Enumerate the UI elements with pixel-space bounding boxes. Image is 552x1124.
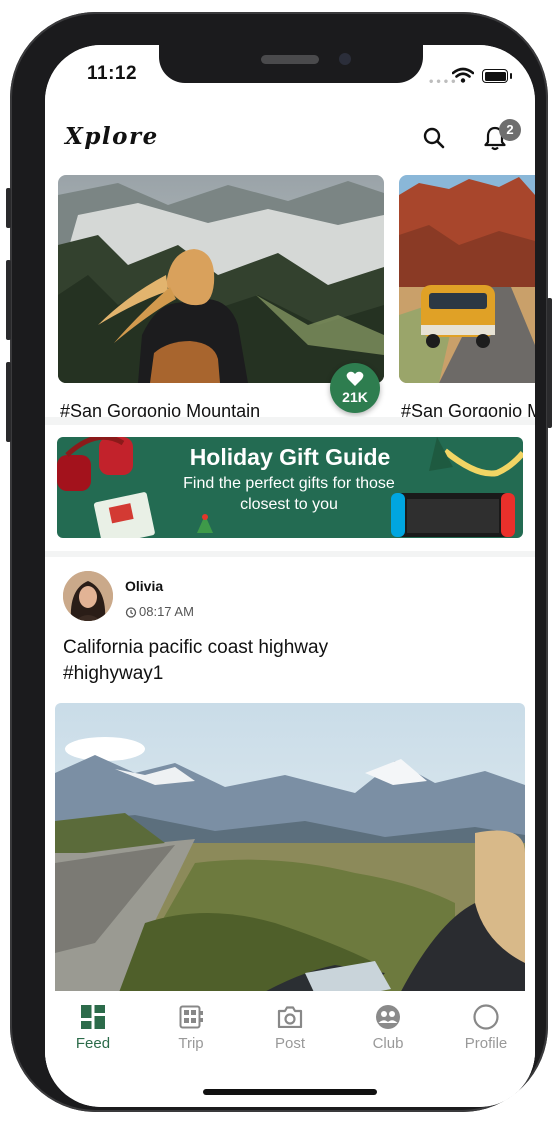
app-header: Xplore 2: [45, 103, 535, 165]
heart-icon: [346, 371, 364, 386]
home-indicator[interactable]: [203, 1089, 377, 1095]
mute-switch: [6, 188, 11, 228]
banner-subtitle: Find the perfect gifts for those closest…: [183, 475, 395, 513]
post-author[interactable]: Olivia: [125, 578, 163, 594]
tab-trip[interactable]: Trip: [151, 1003, 231, 1052]
tab-profile[interactable]: Profile: [446, 1003, 526, 1052]
tab-club[interactable]: Club: [348, 1003, 428, 1052]
notch: [159, 45, 423, 83]
featured-card[interactable]: #San Gorgonio Mountain: [399, 175, 535, 417]
notification-badge: 2: [499, 119, 521, 141]
volume-up-button: [6, 260, 11, 340]
screen: 11:12 •••• Xplore 2 #San Gorgonio Mounta…: [45, 45, 535, 1107]
status-time: 11:12: [87, 63, 138, 84]
app-logo: Xplore: [65, 123, 159, 150]
wifi-icon: [452, 67, 474, 83]
tab-label: Post: [274, 1035, 305, 1052]
post-photo[interactable]: [55, 703, 525, 1003]
power-button: [547, 298, 552, 428]
tab-label: Feed: [75, 1035, 111, 1052]
avatar[interactable]: [63, 571, 113, 621]
phone-frame: 11:12 •••• Xplore 2 #San Gorgonio Mounta…: [6, 12, 552, 1112]
search-icon[interactable]: [423, 127, 445, 149]
battery-icon: [482, 69, 512, 83]
group-icon: [376, 1005, 400, 1029]
banner-title: Holiday Gift Guide: [189, 444, 391, 470]
holiday-gift-banner[interactable]: Holiday Gift Guide Find the perfect gift…: [57, 437, 523, 538]
mountain-photo: [58, 175, 384, 383]
volume-down-button: [6, 362, 11, 442]
camera-icon: [277, 1006, 303, 1028]
tab-feed[interactable]: Feed: [53, 1003, 133, 1052]
alarm-clock-icon: [125, 607, 137, 618]
tab-label: Trip: [178, 1035, 204, 1052]
grid-icon: [81, 1005, 105, 1029]
promo-section: Holiday Gift Guide Find the perfect gift…: [45, 425, 535, 551]
card-label: #San Gorgonio Mountain: [401, 401, 535, 417]
featured-card[interactable]: #San Gorgonio Mountain 21K: [58, 175, 384, 417]
post-timestamp: 08:17 AM: [125, 604, 194, 619]
featured-carousel[interactable]: #San Gorgonio Mountain 21K #San Gorgonio…: [45, 165, 535, 417]
profile-circle-icon: [473, 1004, 499, 1030]
front-camera: [339, 53, 351, 65]
tab-bar: Feed Trip Post Club Profile: [45, 991, 535, 1107]
tab-label: Profile: [464, 1035, 508, 1052]
card-label: #San Gorgonio Mountain: [60, 401, 261, 417]
like-count: 21K: [342, 389, 368, 405]
planner-icon: [179, 1005, 203, 1029]
tab-post[interactable]: Post: [250, 1003, 330, 1052]
like-button[interactable]: 21K: [330, 363, 380, 413]
post-caption: California pacific coast highway #highyw…: [63, 637, 329, 684]
speaker: [261, 55, 319, 64]
post-time-text: 08:17 AM: [139, 604, 194, 619]
tab-label: Club: [372, 1035, 404, 1052]
desert-road-photo: [399, 175, 535, 383]
